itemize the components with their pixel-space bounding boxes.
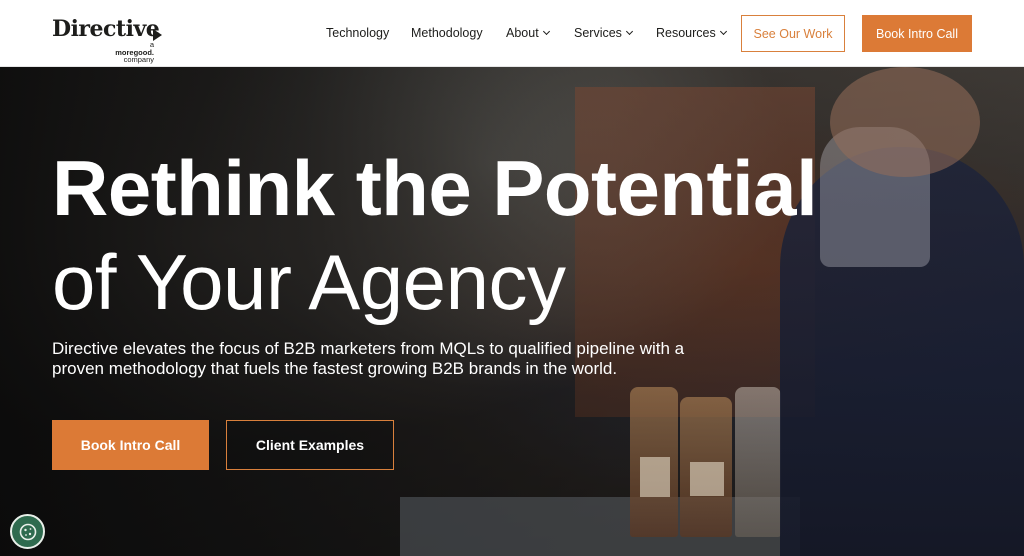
nav-item-technology[interactable]: Technology: [326, 26, 389, 40]
background-photo-bottle-label: [690, 462, 724, 496]
background-photo-bottle: [735, 387, 781, 537]
chevron-down-icon: [719, 27, 727, 36]
brand-name: Directive: [52, 16, 160, 42]
chevron-down-icon: [542, 27, 550, 36]
hero-description: Directive elevates the focus of B2B mark…: [52, 339, 685, 378]
nav-item-methodology[interactable]: Methodology: [411, 26, 483, 40]
hero-book-intro-call-button[interactable]: Book Intro Call: [52, 420, 209, 470]
nav-item-resources[interactable]: Resources: [656, 26, 727, 40]
site-header: Directive a moregood. company Technology…: [0, 0, 1024, 67]
hero-title-line2: of Your Agency: [52, 238, 566, 326]
background-photo-bottle-label: [640, 457, 670, 497]
hero-section: Rethink the Potential of Your Agency Dir…: [0, 67, 1024, 556]
header-book-intro-call-button[interactable]: Book Intro Call: [862, 15, 972, 52]
chevron-down-icon: [625, 27, 633, 36]
brand-subline: a moregood. company: [115, 40, 154, 64]
cookie-icon: [19, 523, 36, 540]
nav-item-services[interactable]: Services: [574, 26, 633, 40]
brand-logo[interactable]: Directive a moregood. company: [52, 16, 164, 63]
client-examples-button[interactable]: Client Examples: [226, 420, 394, 470]
nav-item-about[interactable]: About: [506, 26, 550, 40]
hero-title: Rethink the Potential of Your Agency: [52, 141, 952, 329]
hero-title-line1: Rethink the Potential: [52, 144, 818, 232]
see-our-work-button[interactable]: See Our Work: [741, 15, 845, 52]
cookie-settings-button[interactable]: [10, 514, 45, 549]
logo-arrow-icon: [153, 29, 162, 41]
